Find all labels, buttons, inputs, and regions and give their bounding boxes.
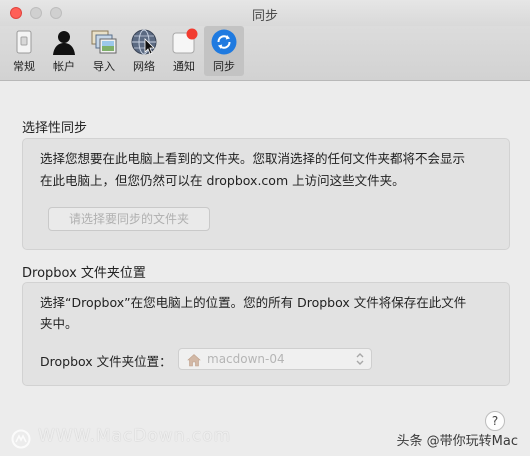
sync-icon (211, 29, 237, 55)
tab-sync-label: 同步 (213, 60, 235, 73)
chevron-up-down-icon (356, 353, 364, 365)
tab-account[interactable]: 帐户 (44, 26, 84, 76)
tab-notifications-label: 通知 (173, 60, 195, 73)
folder-location-label: Dropbox 文件夹位置： (40, 354, 172, 369)
folder-location-heading: Dropbox 文件夹位置 (22, 266, 146, 281)
tab-import-label: 导入 (93, 60, 115, 73)
title-bar: 同步 (0, 0, 530, 26)
tab-network-label: 网络 (133, 60, 155, 73)
selective-sync-description-line1: 选择您想要在此电脑上看到的文件夹。您取消选择的任何文件夹都将不会显示 (40, 151, 466, 166)
tab-network[interactable]: 网络 (124, 26, 164, 76)
preferences-toolbar: 常规 帐户 导入 网络 通知 同步 (0, 26, 530, 81)
folder-location-select[interactable]: macdown-04 (178, 348, 372, 370)
folder-location-value: macdown-04 (207, 352, 285, 366)
folder-location-description-line1: 选择“Dropbox”在您电脑上的位置。您的所有 Dropbox 文件将保存在此… (40, 295, 467, 310)
tab-notifications[interactable]: 通知 (164, 26, 204, 76)
tab-sync[interactable]: 同步 (204, 26, 244, 76)
tab-account-label: 帐户 (53, 60, 75, 73)
author-watermark-text: 头条 @带你玩转Mac (396, 434, 518, 449)
help-button[interactable]: ? (485, 411, 505, 431)
choose-folders-button[interactable]: 请选择要同步的文件夹 (48, 207, 210, 231)
general-switch-icon (16, 30, 32, 54)
home-folder-icon (187, 354, 201, 367)
macdown-watermark-text: WWW.MacDown.com (38, 426, 232, 446)
tab-general-label: 常规 (13, 60, 35, 73)
account-person-icon (53, 31, 75, 55)
selective-sync-heading: 选择性同步 (22, 121, 88, 136)
tab-import[interactable]: 导入 (84, 26, 124, 76)
window-title: 同步 (251, 9, 278, 24)
preferences-window: 同步 常规 帐户 导入 网络 通知 同步 选择性同步 选择您想要在此电脑上看到的… (0, 0, 530, 456)
import-photos-icon (91, 30, 117, 54)
network-globe-icon (131, 29, 157, 55)
selective-sync-description-line2: 在此电脑上，但您仍然可以在 dropbox.com 上访问这些文件夹。 (40, 173, 405, 188)
macdown-watermark-logo-icon (11, 429, 31, 449)
folder-location-description-line2: 夹中。 (40, 316, 78, 331)
notification-icon (172, 28, 198, 54)
tab-general[interactable]: 常规 (4, 26, 44, 76)
